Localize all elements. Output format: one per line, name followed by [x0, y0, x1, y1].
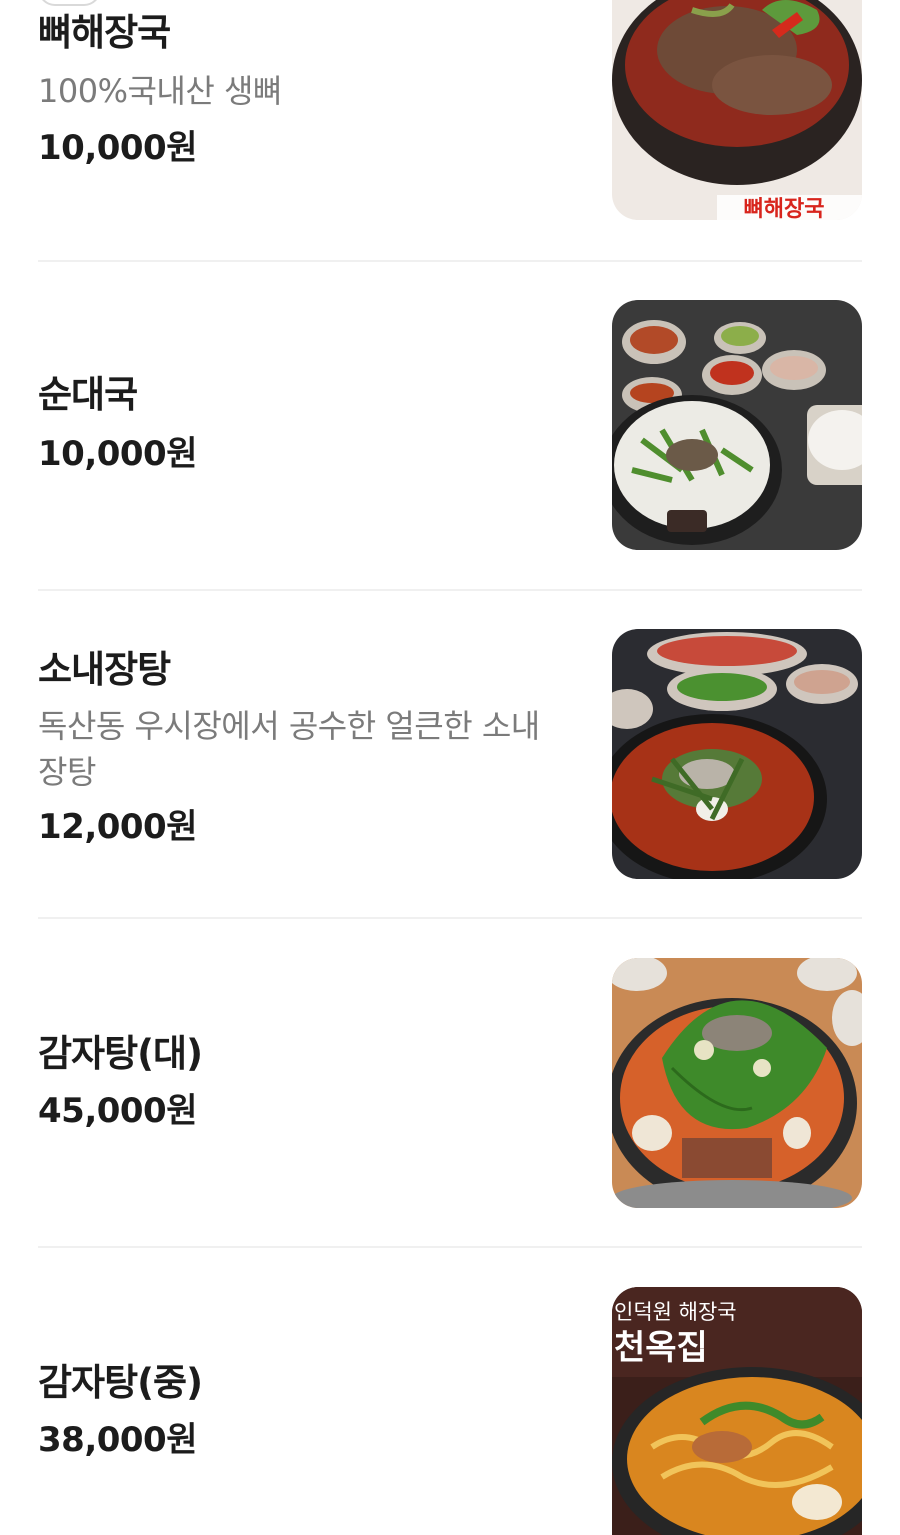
menu-item-photo	[612, 958, 862, 1208]
menu-item-price: 12,000원	[38, 807, 197, 847]
menu-item-sundae-soup[interactable]: 순대국 10,000원	[38, 300, 862, 550]
menu-item-gamjatang-medium[interactable]: 감자탕(중) 38,000원 인덕원 해장국 천옥집	[38, 1287, 862, 1535]
divider	[38, 589, 862, 591]
photo-caption-top: 인덕원 해장국	[614, 1300, 737, 1324]
menu-item-photo	[612, 629, 862, 879]
divider	[38, 917, 862, 919]
menu-item-beef-tripe-soup[interactable]: 소내장탕 독산동 우시장에서 공수한 얼큰한 소내 장탕 12,000원	[38, 629, 862, 879]
menu-item-name: 뼈해장국	[38, 11, 171, 54]
menu-item-description-continued: 장탕	[38, 753, 96, 791]
menu-item-name: 감자탕(대)	[38, 1032, 203, 1075]
menu-item-photo: 인덕원 해장국 천옥집	[612, 1287, 862, 1535]
menu-list: 대표 뼈해장국 100%국내산 생뼈 10,000원 뼈해장국 순대국	[0, 0, 900, 1535]
menu-item-name: 소내장탕	[38, 648, 171, 691]
menu-item-price: 38,000원	[38, 1420, 197, 1460]
menu-item-name: 순대국	[38, 373, 138, 416]
menu-item-price: 10,000원	[38, 434, 197, 474]
divider	[38, 260, 862, 262]
menu-item-price: 45,000원	[38, 1091, 197, 1131]
menu-item-gamjatang-large[interactable]: 감자탕(대) 45,000원	[38, 958, 862, 1208]
menu-item-price: 10,000원	[38, 128, 197, 168]
menu-item-description: 독산동 우시장에서 공수한 얼큰한 소내	[38, 707, 540, 745]
menu-item-bone-hangover-soup[interactable]: 대표 뼈해장국 100%국내산 생뼈 10,000원 뼈해장국	[38, 0, 862, 222]
photo-caption: 뼈해장국	[744, 197, 825, 220]
menu-item-name: 감자탕(중)	[38, 1361, 203, 1404]
divider	[38, 1246, 862, 1248]
photo-caption-main: 천옥집	[614, 1328, 708, 1368]
signature-badge: 대표	[38, 0, 101, 6]
menu-item-description: 100%국내산 생뼈	[38, 72, 282, 110]
menu-item-photo	[612, 300, 862, 550]
menu-item-photo: 뼈해장국	[612, 0, 862, 220]
